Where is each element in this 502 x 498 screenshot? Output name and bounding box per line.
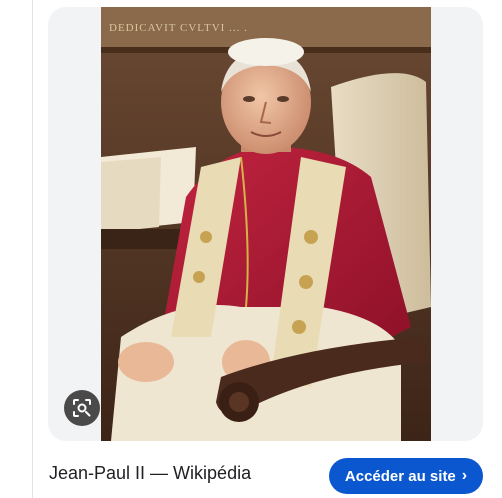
portrait-illustration: DEDICAVIT CVLTVI ... . <box>101 7 431 441</box>
lens-search-icon <box>73 399 91 417</box>
visit-site-label: Accéder au site <box>344 467 456 485</box>
result-photo[interactable]: DEDICAVIT CVLTVI ... . <box>101 7 431 441</box>
lens-search-button[interactable] <box>64 390 100 426</box>
source-title-link[interactable]: Jean-Paul II — Wikipédia <box>49 463 251 484</box>
visit-site-button[interactable]: Accéder au site › <box>329 458 483 494</box>
inscription-text: DEDICAVIT CVLTVI ... . <box>109 22 248 34</box>
image-preview-card[interactable]: DEDICAVIT CVLTVI ... . <box>48 7 483 441</box>
chevron-right-icon: › <box>461 467 468 484</box>
left-divider <box>32 0 33 498</box>
